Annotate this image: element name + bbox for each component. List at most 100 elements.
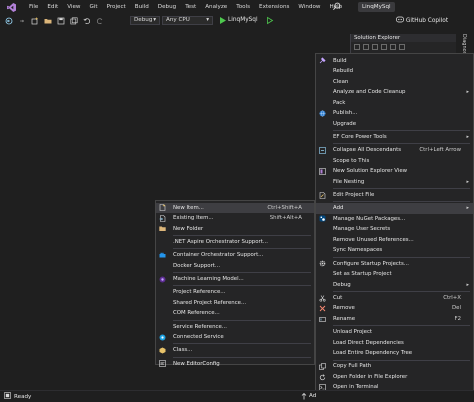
configuration-dropdown[interactable]: Debug ▾ — [130, 16, 160, 25]
add-item-new-editorconfig[interactable]: New EditorConfig — [156, 359, 314, 370]
start-debugging-icon[interactable] — [219, 16, 227, 27]
gear-icon — [319, 260, 326, 267]
chevron-down-icon: ▾ — [153, 17, 156, 23]
title-bar: File Edit View Git Project Build Debug T… — [0, 0, 474, 14]
add-item-new-folder[interactable]: New Folder — [156, 224, 314, 235]
add-item-net-aspire-orchestrator-support[interactable]: .NET Aspire Orchestrator Support... — [156, 237, 314, 248]
search-icon[interactable] — [332, 2, 342, 12]
ctx-item-build[interactable]: Build — [316, 56, 473, 67]
visual-studio-logo-icon[interactable] — [7, 2, 16, 12]
redo-icon[interactable] — [96, 17, 104, 25]
menu-item-shortcut: Del — [452, 305, 461, 312]
ctx-item-collapse-all-descendants[interactable]: Collapse All Descendants Ctrl+Left Arrow — [316, 145, 473, 156]
ctx-item-remove-unused-references[interactable]: Remove Unused References... — [316, 235, 473, 246]
ctx-item-copy-full-path[interactable]: Copy Full Path — [316, 361, 473, 372]
menu-item-shortcut: F2 — [454, 315, 461, 322]
ctx-item-pack[interactable]: Pack — [316, 98, 473, 109]
menu-edit[interactable]: Edit — [44, 0, 64, 14]
ctx-item-load-entire-dependency-tree[interactable]: Load Entire Dependency Tree — [316, 348, 473, 359]
menu-separator — [173, 356, 311, 358]
menu-item-label: Manage NuGet Packages... — [333, 215, 406, 222]
collapse-all-icon[interactable] — [381, 43, 387, 50]
ctx-item-upgrade[interactable]: Upgrade — [316, 119, 473, 130]
home-icon[interactable] — [363, 43, 369, 50]
menu-item-label: Collapse All Descendants — [333, 147, 402, 154]
menu-extensions[interactable]: Extensions — [256, 0, 295, 14]
ctx-item-manage-user-secrets[interactable]: Manage User Secrets — [316, 224, 473, 235]
start-without-debugging-icon[interactable] — [266, 16, 274, 27]
menu-item-label: Upgrade — [333, 120, 357, 127]
add-item-docker-support[interactable]: Docker Support... — [156, 261, 314, 272]
back-arrow-icon[interactable] — [5, 17, 13, 25]
forward-arrow-icon[interactable] — [18, 17, 26, 25]
ctx-item-file-nesting[interactable]: File Nesting ▸ — [316, 177, 473, 188]
ctx-item-rebuild[interactable]: Rebuild — [316, 66, 473, 77]
start-target-label[interactable]: LinqMySql — [228, 16, 258, 25]
ctx-item-add[interactable]: Add ▸ — [316, 203, 473, 214]
ctx-item-remove[interactable]: Remove Del — [316, 303, 473, 314]
add-item-existing-item[interactable]: Existing Item... Shift+Alt+A — [156, 213, 314, 224]
menu-project[interactable]: Project — [104, 0, 132, 14]
ctx-item-cut[interactable]: Cut Ctrl+X — [316, 293, 473, 304]
chevron-right-icon: ▸ — [466, 178, 469, 185]
ctx-item-set-as-startup-project[interactable]: Set as Startup Project — [316, 269, 473, 280]
menu-separator — [333, 359, 470, 361]
menu-file[interactable]: File — [26, 0, 44, 14]
solution-name-badge[interactable]: LinqMySql — [358, 2, 395, 12]
menu-separator — [333, 290, 470, 292]
add-item-shared-project-reference[interactable]: Shared Project Reference... — [156, 298, 314, 309]
ctx-item-manage-nuget-packages[interactable]: Manage NuGet Packages... — [316, 214, 473, 225]
add-item-new-item[interactable]: New Item... Ctrl+Shift+A — [156, 202, 314, 213]
open-folder-icon[interactable] — [44, 17, 52, 25]
menu-git[interactable]: Git — [87, 0, 104, 14]
add-item-com-reference[interactable]: COM Reference... — [156, 308, 314, 319]
scissors-icon — [319, 294, 326, 302]
ctx-item-debug[interactable]: Debug ▸ — [316, 280, 473, 291]
undo-icon[interactable] — [83, 17, 91, 25]
add-to-source-control-label[interactable]: Ad — [309, 393, 316, 399]
menu-debug[interactable]: Debug — [155, 0, 182, 14]
ctx-item-unload-project[interactable]: Unload Project — [316, 327, 473, 338]
add-item-service-reference[interactable]: Service Reference... — [156, 322, 314, 333]
menu-window[interactable]: Window — [295, 0, 326, 14]
ctx-item-analyze-and-code-cleanup[interactable]: Analyze and Code Cleanup ▸ — [316, 87, 473, 98]
platform-dropdown[interactable]: Any CPU ▾ — [162, 16, 213, 25]
sync-icon[interactable] — [354, 43, 360, 50]
ctx-item-clean[interactable]: Clean — [316, 77, 473, 88]
copy-icon — [319, 363, 326, 370]
ctx-item-open-folder-in-file-explorer[interactable]: Open Folder in File Explorer — [316, 372, 473, 383]
properties-icon[interactable] — [399, 43, 405, 50]
menu-analyze[interactable]: Analyze — [202, 0, 233, 14]
ctx-item-rename[interactable]: Rename F2 — [316, 314, 473, 325]
github-copilot-button[interactable]: GitHub Copilot — [396, 16, 448, 26]
ctx-item-load-direct-dependencies[interactable]: Load Direct Dependencies — [316, 338, 473, 349]
add-item-project-reference[interactable]: Project Reference... — [156, 287, 314, 298]
folder-icon — [159, 225, 166, 232]
ctx-item-publish[interactable]: Publish... — [316, 108, 473, 119]
ctx-item-edit-project-file[interactable]: Edit Project File — [316, 190, 473, 201]
add-item-machine-learning-model[interactable]: Machine Learning Model... — [156, 274, 314, 285]
menu-test[interactable]: Test — [182, 0, 202, 14]
ctx-item-scope-to-this[interactable]: Scope to This — [316, 156, 473, 167]
arrow-up-icon[interactable] — [301, 392, 307, 402]
rename-icon — [319, 316, 326, 323]
add-item-connected-service[interactable]: Connected Service — [156, 332, 314, 343]
ctx-item-new-solution-explorer-view[interactable]: New Solution Explorer View — [316, 166, 473, 177]
menu-item-label: Pack — [333, 99, 346, 106]
edit-file-icon — [319, 191, 326, 199]
new-project-icon[interactable] — [31, 17, 39, 25]
menu-tools[interactable]: Tools — [233, 0, 256, 14]
show-all-files-icon[interactable] — [390, 43, 396, 50]
save-all-icon[interactable] — [70, 17, 78, 25]
add-item-container-orchestrator-support[interactable]: Container Orchestrator Support... — [156, 250, 314, 261]
save-icon[interactable] — [57, 17, 65, 25]
ctx-item-ef-core-power-tools[interactable]: EF Core Power Tools ▸ — [316, 132, 473, 143]
ctx-item-configure-startup-projects[interactable]: Configure Startup Projects... — [316, 259, 473, 270]
menu-separator — [173, 319, 311, 321]
menu-build[interactable]: Build — [132, 0, 155, 14]
menu-view[interactable]: View — [64, 0, 86, 14]
ml-icon — [159, 276, 166, 283]
switch-views-icon[interactable] — [372, 43, 378, 50]
add-item-class[interactable]: Class... — [156, 345, 314, 356]
ctx-item-sync-namespaces[interactable]: Sync Namespaces — [316, 245, 473, 256]
